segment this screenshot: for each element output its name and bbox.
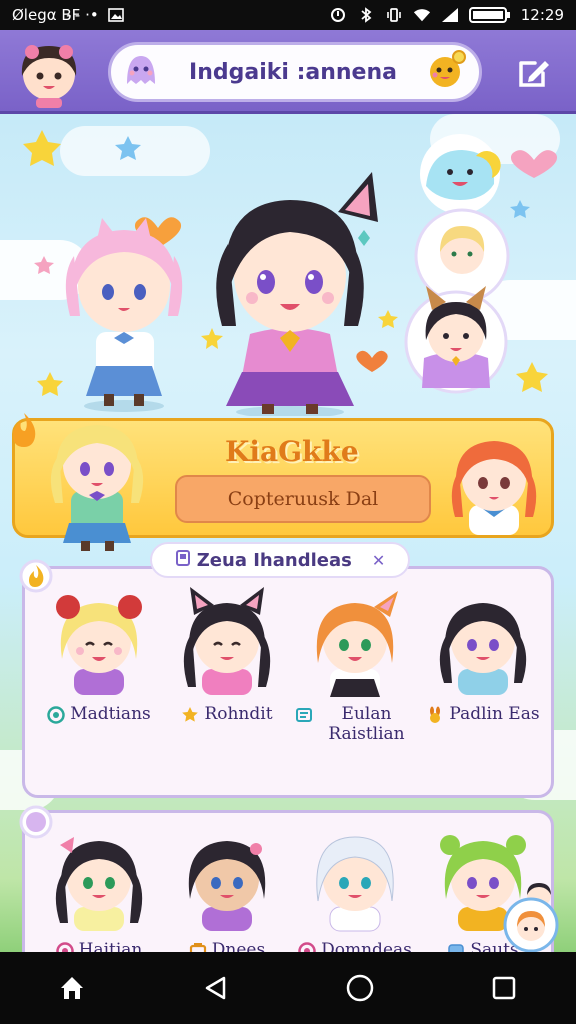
home-circle-button[interactable]: [335, 963, 385, 1013]
bookmark-icon: [175, 549, 191, 572]
banner-speech-bubble[interactable]: Copteruusk Dal: [175, 475, 431, 523]
recents-button[interactable]: [479, 963, 529, 1013]
blue-box-icon: [447, 942, 465, 952]
back-button[interactable]: [191, 963, 241, 1013]
character-portrait: [316, 591, 398, 697]
character-card[interactable]: Rohndit: [167, 587, 287, 725]
fire-icon: [7, 411, 41, 453]
character-card[interactable]: Madtians: [39, 587, 159, 725]
ghost-mascot-icon: [121, 50, 161, 94]
section-tab[interactable]: Zeua Ihandleas ✕: [150, 542, 410, 578]
character-name: Madtians: [70, 704, 151, 724]
pink-circle-icon: [55, 942, 74, 952]
status-time: 12:29: [520, 6, 564, 24]
card-icon: [295, 706, 313, 724]
teal-circle-icon: [47, 706, 65, 724]
featured-banner[interactable]: KiaGkke Copteruusk Dal: [12, 413, 554, 551]
alarm-icon: [329, 7, 347, 23]
section-tab-label: Zeua Ihandleas: [196, 549, 352, 571]
star-icon: [181, 706, 199, 724]
character-portrait: [188, 841, 266, 931]
pink-circle-icon: [298, 942, 316, 952]
character-card[interactable]: Domndeas: [295, 823, 415, 952]
home-circle-icon: [346, 974, 374, 1002]
character-name: Domndeas: [321, 940, 412, 952]
bunny-icon: [426, 706, 444, 724]
chat-bubble-avatar[interactable]: [497, 883, 563, 952]
close-icon[interactable]: ✕: [372, 551, 385, 570]
character-grid-panel-2: Haitian Dnees Domndeas Sauts: [19, 805, 559, 952]
status-left-text: Ølegα Β̵F̵ ·•: [12, 6, 99, 24]
status-bar: Ølegα Β̵F̵ ·• 12:29: [0, 0, 576, 30]
character-card[interactable]: Eulan Raistlian: [295, 587, 415, 744]
character-card[interactable]: Dnees: [167, 823, 287, 952]
title-pill: Indgaiki :annena: [108, 42, 482, 102]
back-triangle-icon: [205, 976, 226, 1000]
signal-icon: [441, 7, 459, 23]
app-title: Indgaiki :annena: [189, 59, 397, 85]
blonde-character-portrait: [50, 425, 144, 551]
battery-icon: [468, 7, 511, 23]
vibrate-icon: [385, 7, 403, 23]
edit-icon: [519, 61, 549, 87]
character-portrait: [439, 603, 527, 695]
box-icon: [189, 942, 207, 952]
home-button[interactable]: [47, 963, 97, 1013]
banner-bubble-text: Copteruusk Dal: [227, 488, 379, 510]
edit-button[interactable]: [514, 52, 554, 92]
character-portrait: [316, 836, 394, 932]
banner-title: KiaGkke: [225, 435, 359, 468]
hero-illustration: [0, 126, 576, 418]
chick-mascot-icon[interactable]: [425, 48, 469, 96]
top-app-bar: Indgaiki :annena: [0, 30, 576, 114]
image-icon: [107, 7, 125, 23]
bluetooth-icon: [357, 7, 375, 23]
home-icon: [61, 977, 83, 999]
character-name: Eulan Raistlian: [328, 704, 405, 744]
system-nav-bar: [0, 952, 576, 1024]
character-name: Haitian: [78, 940, 143, 952]
character-portrait: [55, 837, 143, 931]
character-name: Padlin Eas: [449, 704, 540, 724]
character-name: Dnees: [211, 940, 266, 952]
character-portrait: [56, 595, 142, 695]
app-screen: Indgaiki :annena KiaGkke Copteruusk Dal …: [0, 30, 576, 952]
profile-avatar[interactable]: [14, 36, 84, 108]
redhead-character-portrait: [451, 441, 537, 535]
character-name: Rohndit: [204, 704, 273, 724]
recents-square-icon: [492, 976, 516, 1000]
character-grid-panel-1: Madtians Rohndit Eulan Raistlian Padlin …: [19, 559, 554, 798]
character-card[interactable]: Padlin Eas: [423, 587, 543, 725]
wifi-icon: [413, 7, 431, 23]
character-portrait: [183, 587, 271, 695]
character-card[interactable]: Haitian: [39, 823, 159, 952]
